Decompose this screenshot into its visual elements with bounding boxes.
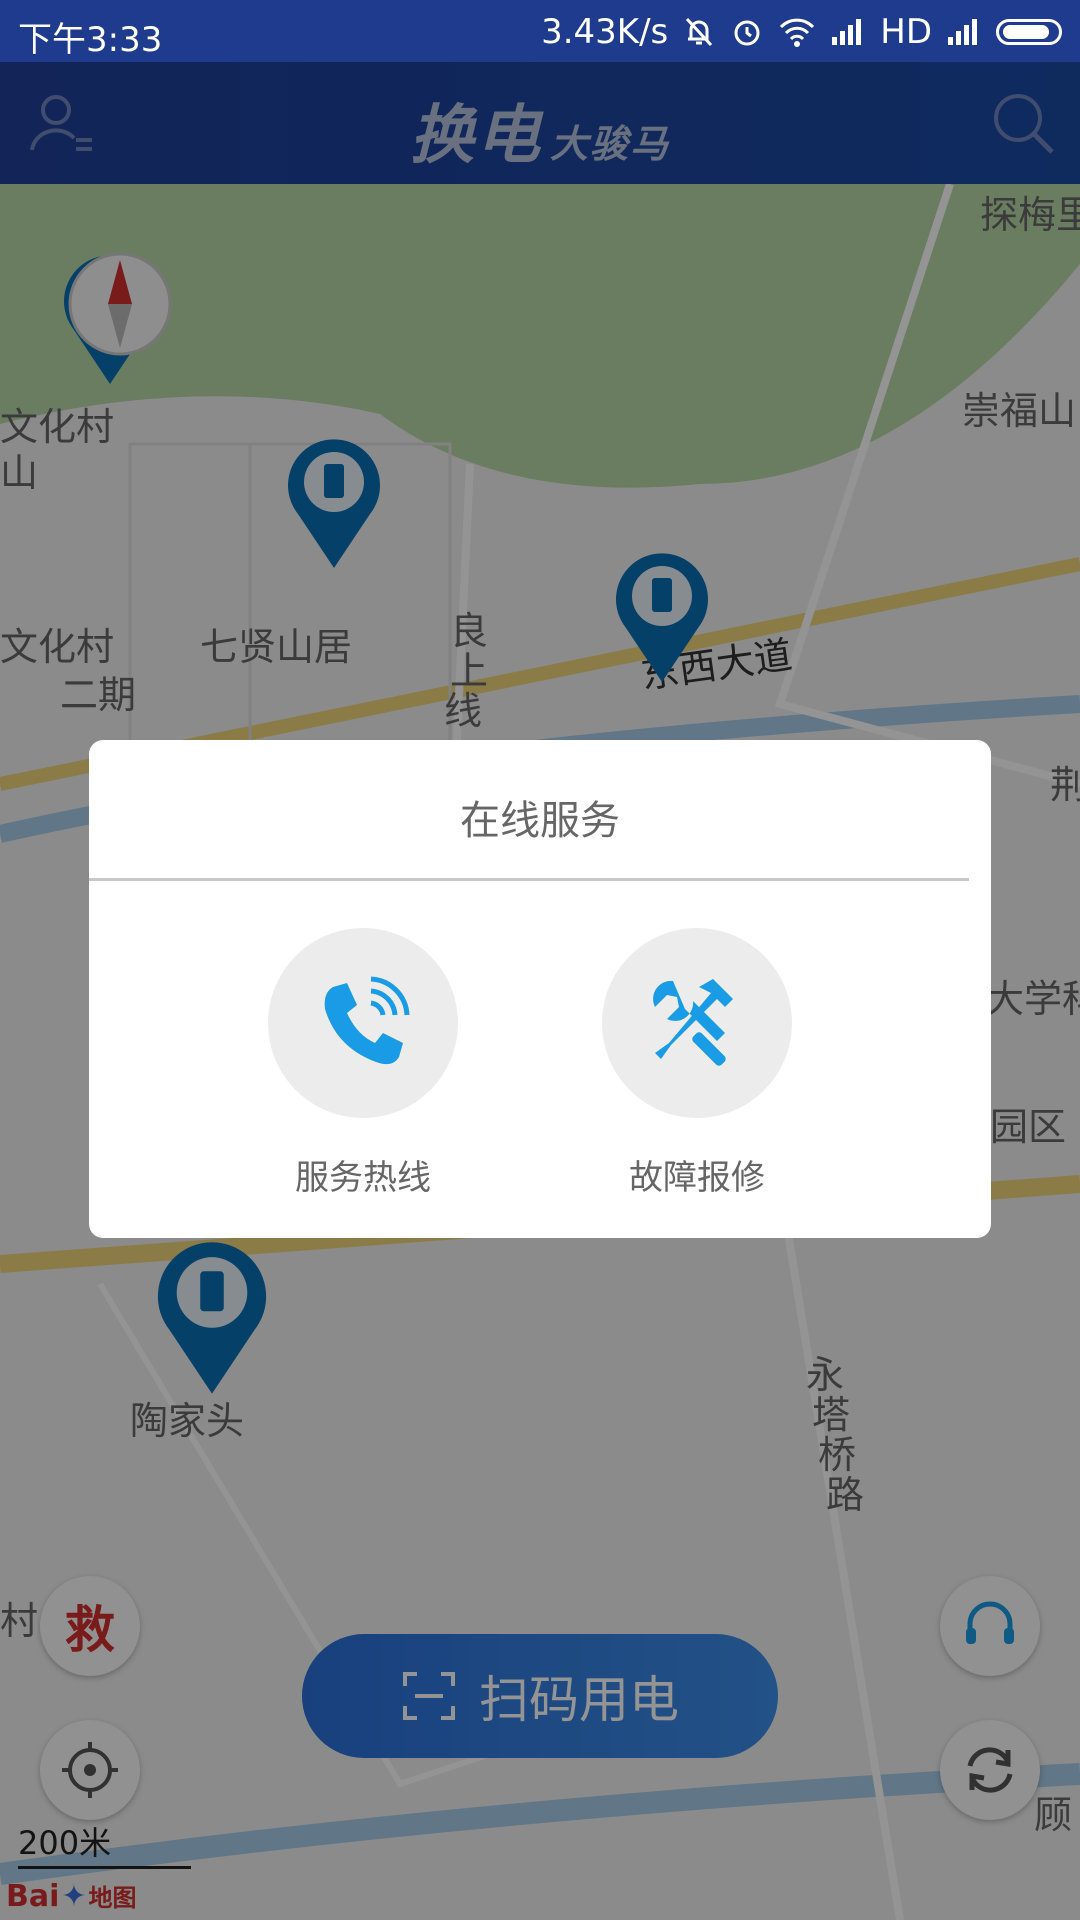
- dialog-divider: [89, 878, 969, 881]
- phone-icon: [324, 976, 410, 1065]
- network-speed: 3.43K/s: [541, 12, 669, 52]
- signal-icon-2: [948, 19, 977, 45]
- service-hotline-label: 服务热线: [295, 1158, 431, 1198]
- mute-bell-icon: [686, 17, 713, 47]
- signal-icon: [832, 19, 862, 45]
- battery-icon: [996, 19, 1062, 45]
- status-icons: 3.43K/s HD: [541, 12, 1062, 52]
- service-hotline-option[interactable]: 服务热线: [268, 928, 458, 1199]
- fault-repair-option[interactable]: 故障报修: [602, 928, 792, 1199]
- dialog-title: 在线服务: [460, 798, 620, 844]
- fault-repair-label: 故障报修: [629, 1158, 765, 1198]
- fault-repair-icon-wrap[interactable]: [602, 928, 792, 1118]
- service-hotline-icon-wrap[interactable]: [268, 928, 458, 1118]
- repair-tools-icon: [653, 979, 733, 1066]
- status-time: 下午3:33: [18, 20, 163, 60]
- hd-indicator: HD: [880, 12, 932, 52]
- alarm-icon: [734, 20, 760, 46]
- online-service-dialog: 在线服务 服务热线 故障报修: [89, 740, 991, 1238]
- status-bar: 下午3:33 3.43K/s HD: [0, 0, 1080, 62]
- wifi-icon: [780, 18, 815, 47]
